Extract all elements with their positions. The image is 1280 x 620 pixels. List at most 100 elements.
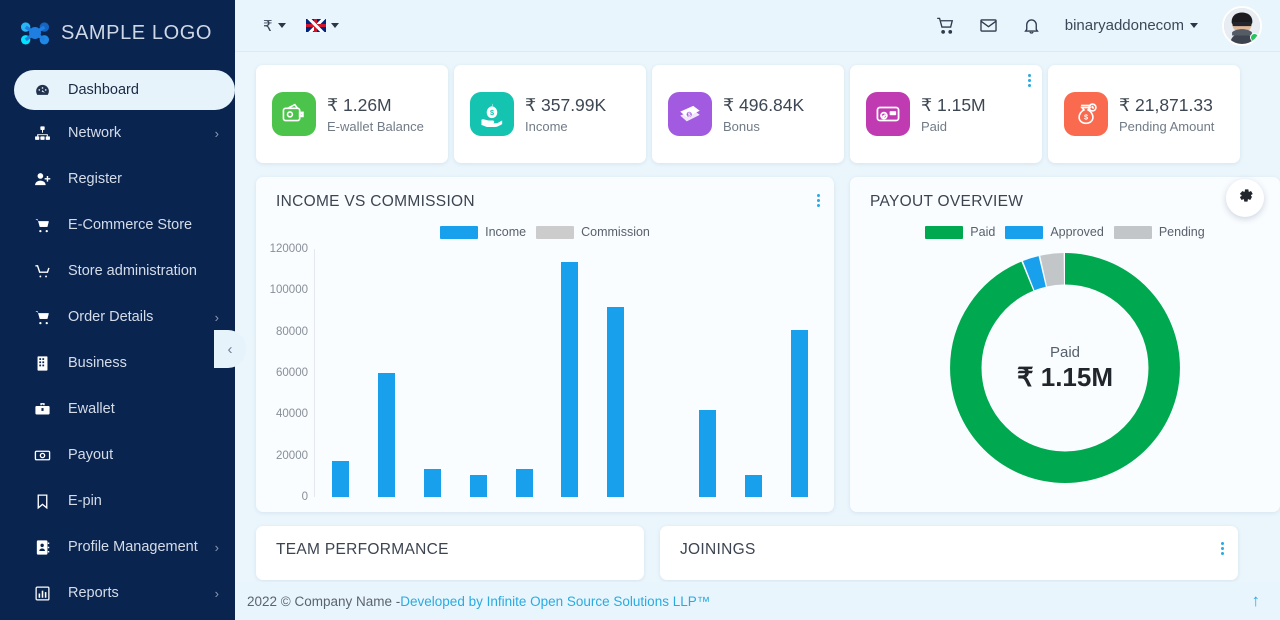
legend-label: Commission	[581, 225, 650, 239]
bar[interactable]	[607, 306, 625, 497]
bar[interactable]	[790, 329, 808, 497]
stat-card-body: ₹ 496.84K Bonus	[723, 95, 804, 134]
bar-slot	[501, 249, 547, 497]
building-icon	[30, 355, 54, 372]
stat-card-body: ₹ 21,871.33 Pending Amount	[1119, 95, 1214, 134]
bar[interactable]	[515, 469, 533, 497]
sidebar-item-label: Register	[68, 171, 122, 187]
chevron-right-icon: ›	[214, 125, 219, 141]
footer: 2022 © Company Name - Developed by Infin…	[235, 582, 1280, 620]
briefcase-icon	[30, 401, 54, 418]
cart-icon	[30, 217, 54, 234]
sidebar-item-profile-management[interactable]: Profile Management ›	[0, 524, 235, 570]
currency-selector[interactable]: ₹	[263, 17, 286, 35]
stat-card-value: ₹ 496.84K	[723, 94, 805, 115]
bar[interactable]	[424, 469, 442, 497]
sidebar-item-register[interactable]: Register	[0, 156, 235, 202]
chart-panels: INCOME VS COMMISSION Income Commission 12…	[235, 163, 1280, 512]
bell-icon[interactable]	[1022, 16, 1041, 35]
avatar[interactable]	[1222, 5, 1262, 46]
money-note-icon	[30, 447, 54, 464]
sidebar-item-network[interactable]: Network ›	[0, 110, 235, 156]
legend-swatch	[925, 225, 964, 239]
cart-icon	[30, 309, 54, 326]
sidebar-item-label: Ewallet	[68, 401, 115, 417]
sidebar-item-e-pin[interactable]: E-pin	[0, 478, 235, 524]
bar-slot	[547, 249, 593, 497]
card-menu-button[interactable]	[1028, 74, 1031, 87]
bar[interactable]	[744, 475, 762, 497]
sidebar-item-reports[interactable]: Reports ›	[0, 570, 235, 616]
panel-title: PAYOUT OVERVIEW	[870, 193, 1024, 210]
user-name-label: binaryaddonecom	[1064, 17, 1184, 34]
main-content: ₹ 1.26M E-wallet Balance $ ₹ 357.99K Inc…	[235, 52, 1280, 620]
chevron-down-icon	[330, 23, 339, 28]
joinings-panel: JOININGS	[660, 526, 1238, 580]
stat-card-pending-amount[interactable]: $ ₹ 21,871.33 Pending Amount	[1048, 65, 1240, 163]
money-hand-icon: $	[470, 92, 514, 136]
logo-mark-icon	[18, 16, 52, 50]
legend-item[interactable]: Commission	[536, 225, 650, 239]
bar-slot	[730, 249, 776, 497]
mail-icon[interactable]	[979, 16, 998, 35]
language-selector[interactable]	[305, 19, 339, 32]
footer-developer-link[interactable]: Developed by Infinite Open Source Soluti…	[400, 594, 710, 609]
bar[interactable]	[332, 460, 350, 497]
sidebar-item-e-commerce-store[interactable]: E-Commerce Store	[0, 202, 235, 248]
brand-logo[interactable]: SAMPLE LOGO	[0, 0, 235, 66]
legend-item[interactable]: Approved	[1005, 225, 1104, 239]
svg-text:$: $	[1084, 113, 1088, 122]
sidebar-item-order-details[interactable]: Order Details ›	[0, 294, 235, 340]
arrow-up-icon[interactable]: ↑	[1252, 591, 1261, 611]
header-left-group: ₹	[235, 17, 339, 35]
legend-item[interactable]: Pending	[1113, 225, 1205, 239]
panel-menu-button[interactable]	[1221, 542, 1224, 555]
sidebar-item-ewallet[interactable]: Ewallet	[0, 386, 235, 432]
stat-card-label: E-wallet Balance	[327, 118, 424, 134]
chevron-right-icon: ›	[214, 539, 219, 555]
dashboard-app: SAMPLE LOGO Dashboard Network › Register…	[0, 0, 1280, 620]
gear-icon	[1236, 186, 1255, 210]
user-menu[interactable]: binaryaddonecom	[1065, 17, 1198, 34]
settings-fab-button[interactable]	[1226, 179, 1264, 217]
stat-card-body: ₹ 357.99K Income	[525, 95, 606, 134]
bar-slot	[639, 249, 685, 497]
bar[interactable]	[561, 262, 579, 497]
y-axis-tick: 120000	[269, 243, 308, 255]
stat-card-label: Income	[525, 118, 568, 134]
stat-card-value: ₹ 21,871.33	[1119, 94, 1213, 115]
bar-series	[318, 249, 822, 497]
team-performance-panel: TEAM PERFORMANCE	[256, 526, 644, 580]
bar[interactable]	[469, 475, 487, 497]
stat-card-body: ₹ 1.26M E-wallet Balance	[327, 95, 424, 134]
y-axis-tick: 80000	[276, 325, 308, 338]
bar[interactable]	[378, 373, 396, 497]
sidebar-item-business[interactable]: Business	[0, 340, 235, 386]
legend-item[interactable]: Paid	[925, 225, 995, 239]
bar[interactable]	[698, 410, 716, 497]
stat-card-ewallet-balance[interactable]: ₹ 1.26M E-wallet Balance	[256, 65, 448, 163]
sidebar-item-payout[interactable]: Payout	[0, 432, 235, 478]
sidebar-item-dashboard[interactable]: Dashboard	[14, 70, 235, 110]
legend-swatch	[1005, 225, 1044, 239]
legend-swatch	[440, 225, 479, 239]
chevron-right-icon: ›	[214, 309, 219, 325]
stat-card-income[interactable]: $ ₹ 357.99K Income	[454, 65, 646, 163]
donut-segment[interactable]	[950, 253, 1180, 483]
sidebar-item-label: Profile Management	[68, 539, 198, 555]
legend-item[interactable]: Income	[440, 225, 526, 239]
legend-label: Paid	[970, 225, 996, 239]
sidebar-item-label: Dashboard	[68, 82, 139, 98]
network-icon	[30, 125, 54, 142]
stat-card-paid[interactable]: ₹ 1.15M Paid	[850, 65, 1042, 163]
cart-icon[interactable]	[936, 16, 955, 35]
bar-slot	[685, 249, 731, 497]
stat-card-label: Bonus	[723, 118, 760, 134]
stat-card-bonus[interactable]: $ ₹ 496.84K Bonus	[652, 65, 844, 163]
panel-menu-button[interactable]	[817, 194, 820, 207]
panel-title: JOININGS	[680, 541, 756, 558]
sidebar-item-store-administration[interactable]: Store administration	[0, 248, 235, 294]
chevron-left-icon: ‹	[227, 340, 233, 358]
bar-slot	[410, 249, 456, 497]
bar-slot	[318, 249, 364, 497]
